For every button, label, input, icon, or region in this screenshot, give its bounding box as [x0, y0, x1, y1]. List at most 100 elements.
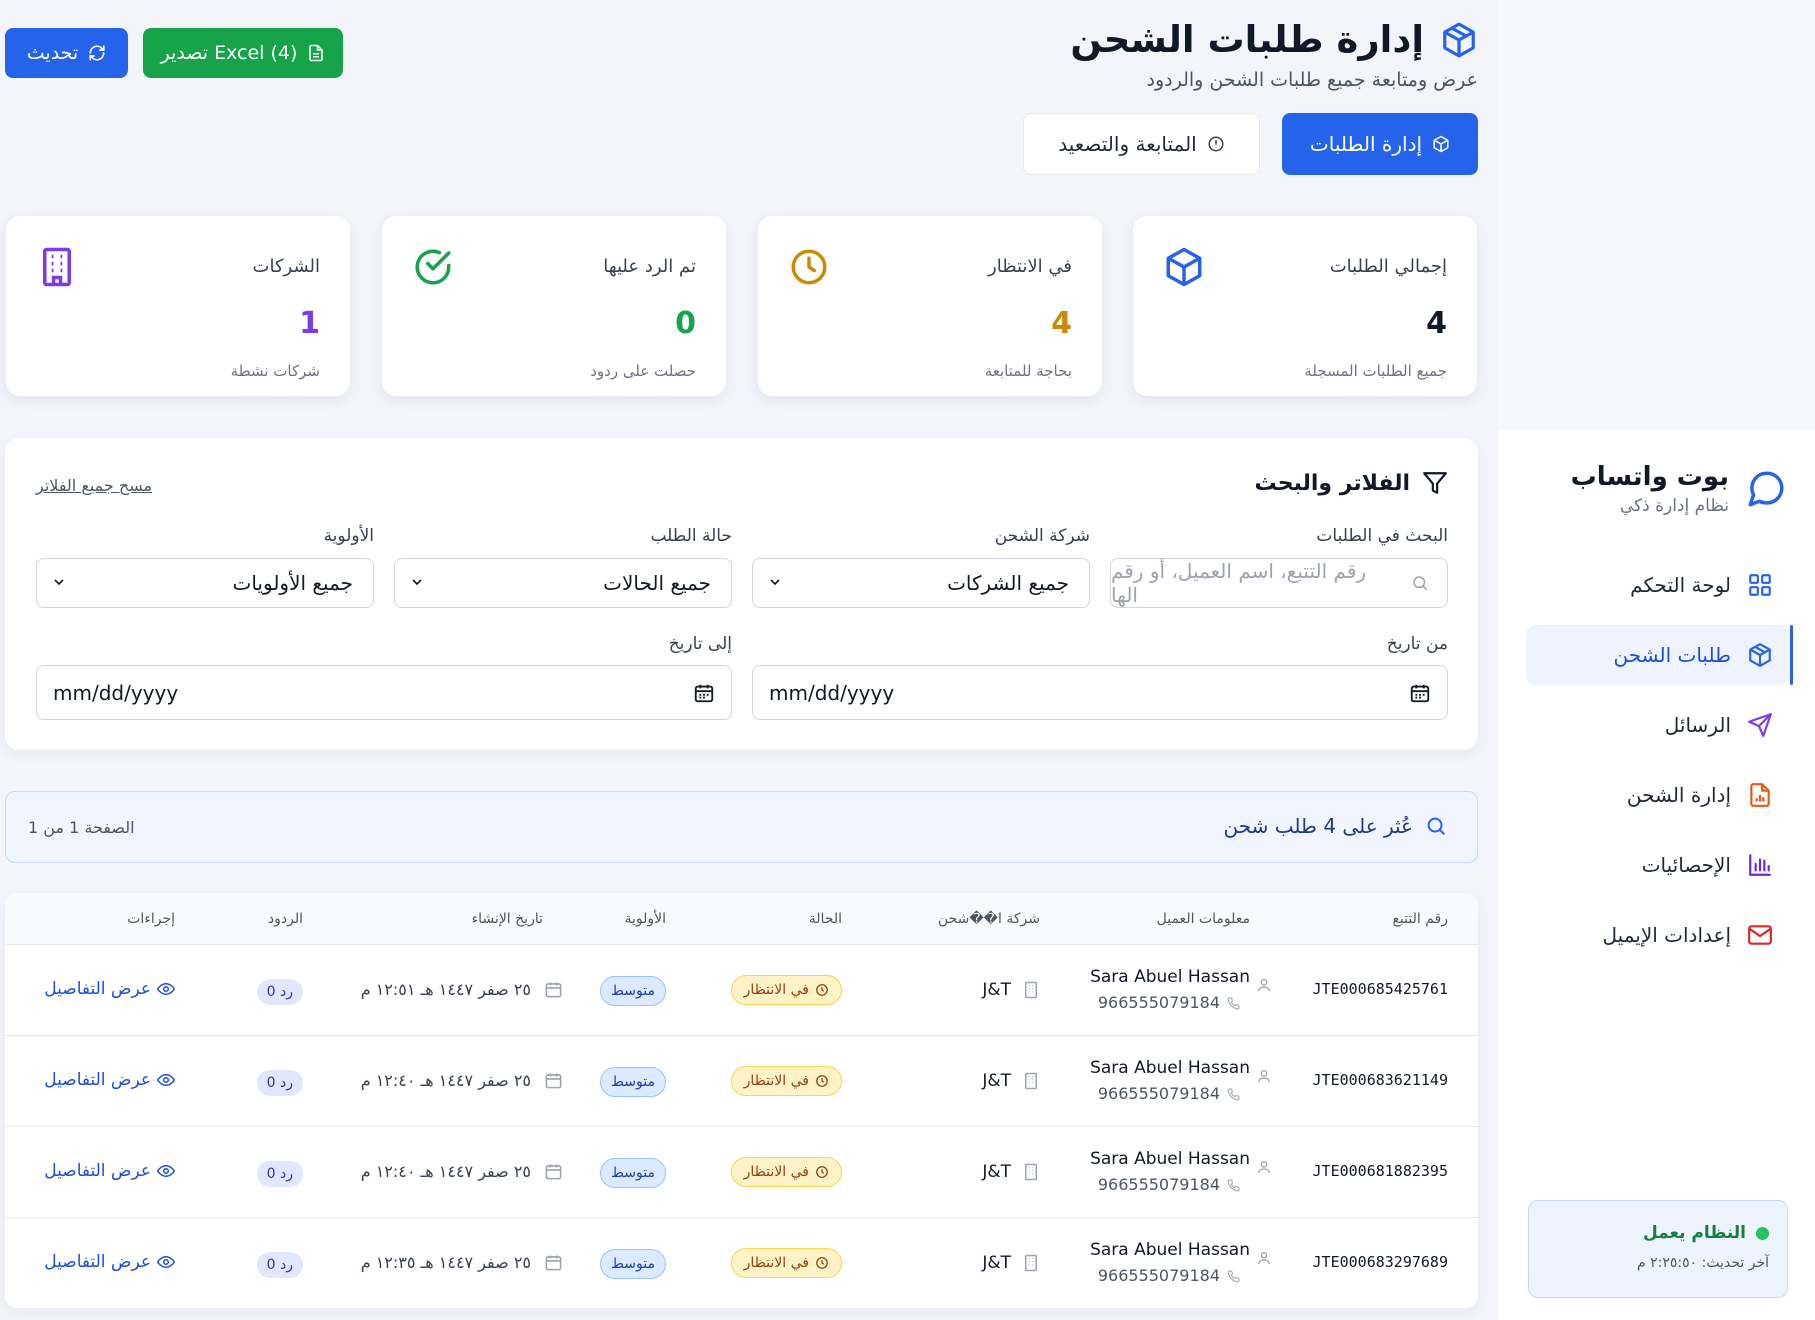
status-text: في الانتظار [743, 1164, 809, 1180]
clock-icon [815, 1074, 829, 1088]
last-update-time: آخر تحديث: ٢:٢٥:٥٠ م [1637, 1255, 1769, 1271]
sidebar-item-label: لوحة التحكم [1630, 573, 1731, 597]
status-badge: في الانتظار [730, 1248, 842, 1278]
status-text: في الانتظار [743, 982, 809, 998]
replies-badge: 0 رد [256, 979, 303, 1005]
customer-phone: 966555079184 [1097, 1175, 1220, 1194]
requests-table: رقم التتبع معلومات العميل شركة ا��شحن ال… [5, 893, 1478, 1308]
table-row: JTE000685425761 Sara Abuel Hassan 966555… [5, 945, 1478, 1036]
stat-sub: حصلت على ردود [590, 362, 696, 380]
search-input[interactable]: رقم التتبع، اسم العميل، أو رقم الها [1110, 558, 1448, 608]
status-select-value: جميع الحالات [603, 571, 711, 595]
package-icon [1432, 135, 1450, 153]
eye-icon [157, 980, 175, 998]
eye-icon [157, 1162, 175, 1180]
brand: بوت واتساب نظام إدارة ذكي [1571, 462, 1787, 516]
sidebar-item-messages[interactable]: الرسائل [1526, 695, 1789, 755]
priority-select[interactable]: جميع الأولويات [36, 558, 374, 608]
tracking-number: JTE000683297689 [1312, 1253, 1448, 1271]
tracking-number: JTE000681882395 [1312, 1162, 1448, 1180]
filters-panel: الفلاتر والبحث مسح جميع الفلاتر البحث في… [5, 438, 1478, 750]
export-label: تصدير Excel (4) [160, 42, 298, 64]
stat-value: 4 [1426, 306, 1447, 341]
export-excel-button[interactable]: تصدير Excel (4) [143, 28, 343, 78]
th-priority: الأولوية [624, 911, 666, 927]
brand-title: بوت واتساب [1570, 462, 1729, 492]
chevron-down-icon [51, 574, 67, 590]
follow-escalation-button[interactable]: المتابعة والتصعيد [1023, 113, 1260, 175]
clear-filters-link[interactable]: مسح جميع الفلاتر [36, 476, 152, 495]
eye-icon [157, 1253, 175, 1271]
results-text: عُثر على 4 طلب شحن [1223, 814, 1413, 838]
th-tracking: رقم التتبع [1392, 911, 1448, 927]
table-header: رقم التتبع معلومات العميل شركة ا��شحن ال… [5, 893, 1478, 945]
customer-phone: 966555079184 [1097, 1266, 1220, 1285]
manage-label: إدارة الطلبات [1309, 132, 1423, 156]
clock-icon [815, 983, 829, 997]
sidebar-top-area [1498, 0, 1815, 430]
view-details-link[interactable]: عرض التفاصيل [44, 1070, 175, 1090]
company-select[interactable]: جميع الشركات [752, 558, 1090, 608]
sidebar-item-dashboard[interactable]: لوحة التحكم [1526, 555, 1789, 615]
stat-value: 4 [1051, 306, 1072, 341]
page-subtitle: عرض ومتابعة جميع طلبات الشحن والردود [1146, 69, 1478, 91]
view-details-link[interactable]: عرض التفاصيل [44, 1252, 175, 1272]
results-count: عُثر على 4 طلب شحن [1224, 814, 1447, 838]
package-icon [1163, 246, 1205, 288]
from-date-label: من تاريخ [1386, 634, 1448, 654]
phone-icon [1227, 1179, 1240, 1192]
phone-icon [1227, 1270, 1240, 1283]
search-icon [1425, 815, 1447, 837]
alert-circle-icon [1207, 135, 1225, 153]
sidebar-item-shipping-management[interactable]: إدارة الشحن [1526, 765, 1789, 825]
calendar-icon [544, 1162, 563, 1181]
chevron-down-icon [409, 574, 425, 590]
send-icon [1747, 712, 1773, 738]
file-icon [307, 44, 325, 62]
sidebar-nav: لوحة التحكم طلبات الشحن الرسائل إدارة ال… [1498, 555, 1815, 975]
to-date-input[interactable]: mm/dd/yyyy [36, 665, 732, 720]
check-circle-icon [412, 246, 454, 288]
view-details-link[interactable]: عرض التفاصيل [44, 1161, 175, 1181]
user-icon [1256, 1068, 1272, 1084]
sidebar-item-email-settings[interactable]: إعدادات الإيميل [1526, 905, 1789, 965]
sidebar-item-statistics[interactable]: الإحصائيات [1526, 835, 1789, 895]
view-details-link[interactable]: عرض التفاصيل [44, 979, 175, 999]
chevron-down-icon [767, 574, 783, 590]
shipping-company: J&T [982, 1253, 1011, 1273]
table-row: JTE000683621149 Sara Abuel Hassan 966555… [5, 1036, 1478, 1127]
calendar-icon[interactable] [1409, 682, 1431, 704]
brand-subtitle: نظام إدارة ذكي [1619, 496, 1729, 516]
stat-label: الشركات [252, 256, 320, 277]
status-dot-icon [1756, 1226, 1769, 1240]
status-text: في الانتظار [743, 1255, 809, 1271]
view-details-text: عرض التفاصيل [44, 1161, 151, 1181]
user-icon [1256, 1250, 1272, 1266]
status-badge: في الانتظار [730, 1157, 842, 1187]
stat-sub: بحاجة للمتابعة [984, 362, 1072, 380]
calendar-icon[interactable] [693, 682, 715, 704]
refresh-button[interactable]: تحديث [5, 28, 128, 78]
shipping-company: J&T [982, 1071, 1011, 1091]
calendar-icon [544, 980, 563, 999]
bar-chart-icon [1747, 852, 1773, 878]
page-info: الصفحة 1 من 1 [28, 818, 135, 837]
sidebar-item-shipping-requests[interactable]: طلبات الشحن [1526, 625, 1793, 685]
building-icon [36, 246, 78, 288]
manage-requests-button[interactable]: إدارة الطلبات [1282, 113, 1478, 175]
from-date-input[interactable]: mm/dd/yyyy [752, 665, 1448, 720]
chat-bubble-icon [1745, 468, 1787, 510]
sidebar-item-label: طلبات الشحن [1613, 643, 1731, 667]
eye-icon [157, 1071, 175, 1089]
stat-card-pending: في الانتظار 4 بحاجة للمتابعة [758, 216, 1102, 396]
table-row: JTE000683297689 Sara Abuel Hassan 966555… [5, 1218, 1478, 1308]
stat-card-companies: الشركات 1 شركات نشطة [6, 216, 350, 396]
created-date: ٢٥ صفر ١٤٤٧ هـ ١٢:٥١ م [360, 980, 531, 999]
customer-phone: 966555079184 [1097, 993, 1220, 1012]
stat-sub: جميع الطلبات المسجلة [1304, 362, 1447, 380]
file-chart-icon [1747, 782, 1773, 808]
company-select-value: جميع الشركات [947, 571, 1069, 595]
status-select[interactable]: جميع الحالات [394, 558, 732, 608]
filters-title-text: الفلاتر والبحث [1254, 470, 1410, 496]
customer-name: Sara Abuel Hassan [1090, 967, 1250, 987]
